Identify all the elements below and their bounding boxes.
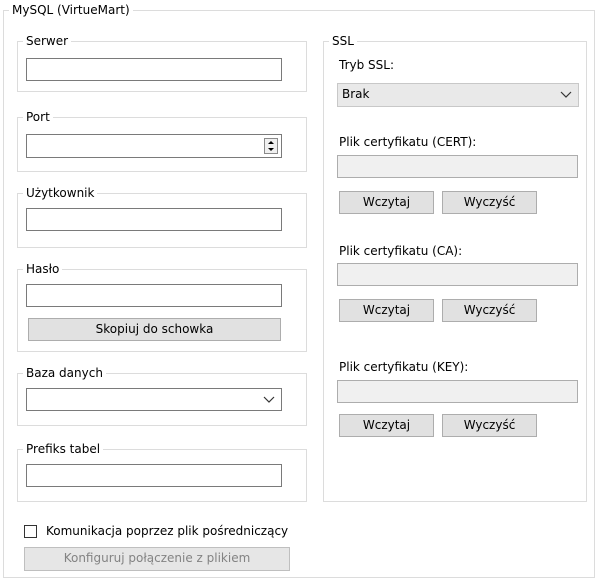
port-spinner[interactable] — [264, 138, 278, 154]
ca-clear-button[interactable]: Wyczyść — [442, 299, 537, 322]
ca-load-button[interactable]: Wczytaj — [339, 299, 434, 322]
port-title: Port — [26, 110, 50, 124]
configure-file-connection-button[interactable]: Konfiguruj połączenie z plikiem — [24, 547, 290, 571]
proxy-checkbox-label[interactable]: Komunikacja poprzez plik pośredniczący — [46, 524, 288, 538]
chevron-down-icon — [263, 396, 275, 403]
database-select[interactable] — [26, 388, 282, 411]
spin-up-icon[interactable] — [265, 139, 277, 146]
spin-down-icon[interactable] — [265, 146, 277, 153]
cert-clear-button[interactable]: Wyczyść — [442, 191, 537, 214]
password-input[interactable] — [26, 284, 282, 307]
ssl-mode-label: Tryb SSL: — [339, 58, 394, 72]
chevron-down-icon — [560, 91, 572, 98]
ssl-title: SSL — [332, 34, 354, 48]
proxy-checkbox[interactable] — [24, 525, 37, 538]
cert-load-button[interactable]: Wczytaj — [339, 191, 434, 214]
password-title: Hasło — [26, 262, 60, 276]
database-title: Baza danych — [26, 366, 103, 380]
ssl-mode-select[interactable]: Brak — [337, 83, 579, 107]
prefix-title: Prefiks tabel — [26, 442, 101, 456]
key-clear-button[interactable]: Wyczyść — [442, 414, 537, 437]
ca-input — [337, 263, 578, 286]
mysql-group-title: MySQL (VirtueMart) — [12, 3, 130, 17]
server-title: Serwer — [26, 34, 69, 48]
key-load-button[interactable]: Wczytaj — [339, 414, 434, 437]
ssl-mode-value: Brak — [342, 87, 370, 101]
key-input — [337, 380, 578, 403]
ca-label: Plik certyfikatu (CA): — [339, 244, 463, 258]
server-input[interactable] — [26, 58, 282, 81]
port-input[interactable] — [26, 134, 282, 158]
prefix-input[interactable] — [26, 464, 282, 487]
cert-label: Plik certyfikatu (CERT): — [339, 135, 477, 149]
cert-input — [337, 155, 578, 178]
copy-to-clipboard-button[interactable]: Skopiuj do schowka — [28, 318, 281, 341]
key-label: Plik certyfikatu (KEY): — [339, 360, 469, 374]
user-title: Użytkownik — [26, 186, 95, 200]
user-input[interactable] — [26, 208, 282, 231]
